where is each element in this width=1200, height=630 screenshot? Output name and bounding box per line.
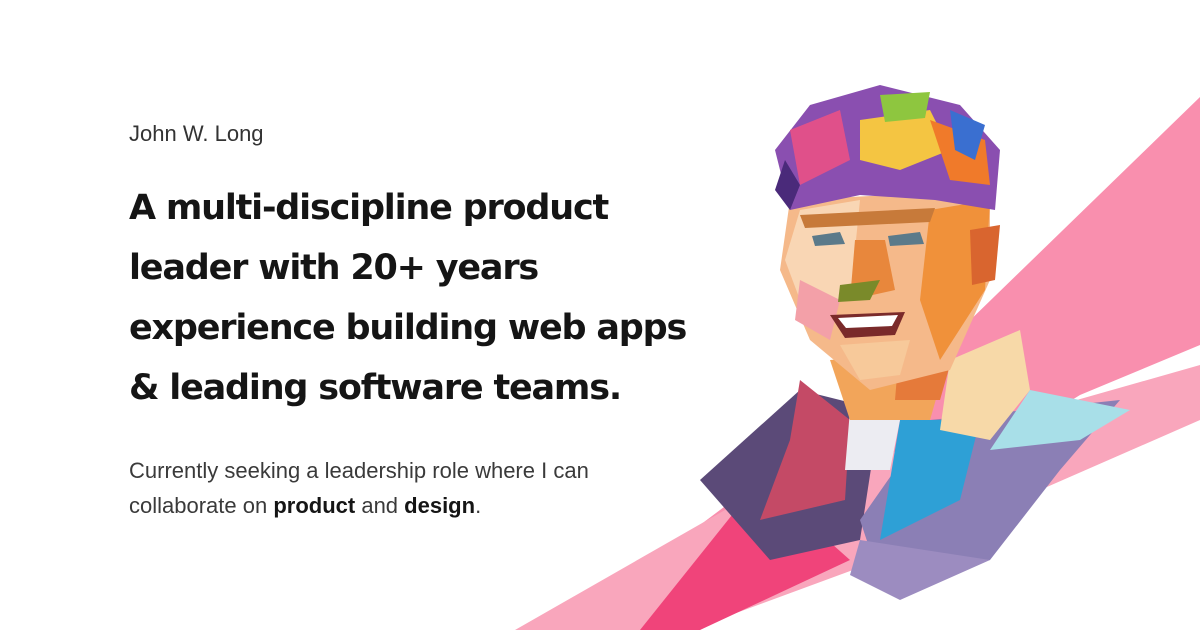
tagline-line-1: Currently seeking a leadership role wher… — [129, 458, 589, 483]
tagline-joiner: and — [355, 493, 405, 518]
headline-line: experience building web apps — [129, 308, 687, 348]
headline-line: leader with 20+ years — [129, 248, 539, 288]
emphasis-product: product — [273, 493, 356, 518]
headline-line: A multi-discipline product — [129, 188, 609, 228]
hair-green — [880, 92, 930, 122]
tagline-line-2-start: collaborate on — [129, 493, 274, 518]
ear-right — [970, 225, 1000, 285]
intro-text: John W. Long A multi-discipline product … — [129, 120, 729, 523]
tagline: Currently seeking a leadership role wher… — [129, 453, 729, 523]
tagline-suffix: . — [475, 493, 482, 518]
emphasis-design: design — [404, 493, 476, 518]
profile-card: John W. Long A multi-discipline product … — [0, 0, 1200, 630]
author-name: John W. Long — [129, 121, 264, 146]
headline: A multi-discipline product leader with 2… — [129, 178, 729, 418]
headline-line: & leading software teams. — [129, 368, 622, 408]
